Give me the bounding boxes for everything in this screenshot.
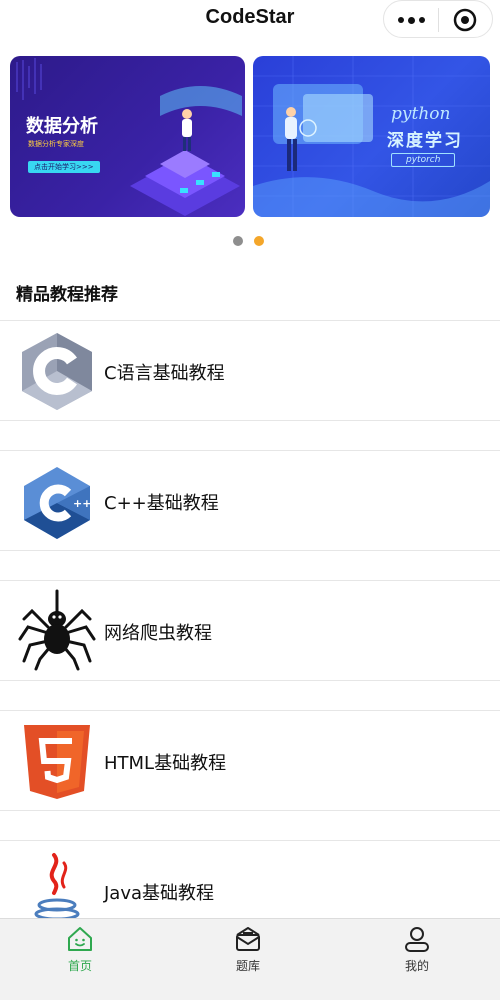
cpp-icon: ++ <box>24 467 91 539</box>
tab-home[interactable]: 首页 <box>40 925 120 985</box>
banner-title: 数据分析 <box>26 116 98 137</box>
tab-profile-label: 我的 <box>404 959 429 973</box>
navigation-bar: CodeStar <box>0 0 500 40</box>
banner-slide-deep-learning[interactable]: python 深度学习 pytorch <box>253 56 490 217</box>
course-item-c[interactable]: C语言基础教程 <box>0 321 500 420</box>
spider-icon <box>18 589 96 671</box>
banner-slide-data-analysis[interactable]: 数据分析 数据分析专家深度 点击开始学习>>> <box>10 56 245 217</box>
question-bank-icon <box>236 927 260 951</box>
course-item-html[interactable]: HTML基础教程 <box>0 711 500 810</box>
course-label: Java基础教程 <box>104 883 215 904</box>
mini-program-capsule <box>383 0 493 38</box>
tab-question-bank[interactable]: 题库 <box>208 925 288 985</box>
c-language-icon <box>22 333 92 410</box>
banner-subtitle: 数据分析专家深度 <box>28 140 84 148</box>
profile-icon <box>405 927 429 952</box>
course-item-spider[interactable]: 网络爬虫教程 <box>0 581 500 680</box>
target-icon <box>453 8 477 32</box>
course-label: 网络爬虫教程 <box>104 623 212 644</box>
more-button[interactable] <box>384 1 438 39</box>
banner-swiper[interactable]: 数据分析 数据分析专家深度 点击开始学习>>> python 深度学习 pyto… <box>0 48 500 226</box>
close-button[interactable] <box>439 1 493 39</box>
svg-text:++: ++ <box>73 497 91 510</box>
banner-pytorch-button[interactable]: pytorch <box>391 153 456 167</box>
indicator-dot-active[interactable] <box>254 236 264 246</box>
divider <box>0 810 500 811</box>
banner-start-button[interactable]: 点击开始学习>>> <box>28 161 100 173</box>
course-label: HTML基础教程 <box>104 753 227 774</box>
tab-bar: 首页 题库 我的 <box>0 918 500 1000</box>
section-title: 精品教程推荐 <box>16 285 118 305</box>
divider <box>0 680 500 681</box>
course-label: C语言基础教程 <box>104 363 225 384</box>
course-label: C++基础教程 <box>104 493 219 514</box>
tab-profile[interactable]: 我的 <box>377 925 457 985</box>
home-icon <box>68 927 92 951</box>
swiper-indicator <box>0 236 500 246</box>
divider <box>0 420 500 421</box>
tab-home-label: 首页 <box>67 959 92 973</box>
tab-question-bank-label: 题库 <box>235 959 260 973</box>
html5-icon <box>24 725 90 799</box>
banner-title-line1: python <box>391 104 451 124</box>
banner-title-line2: 深度学习 <box>387 131 463 151</box>
course-item-cpp[interactable]: ++ C++基础教程 <box>0 451 500 550</box>
indicator-dot[interactable] <box>233 236 243 246</box>
divider <box>0 550 500 551</box>
